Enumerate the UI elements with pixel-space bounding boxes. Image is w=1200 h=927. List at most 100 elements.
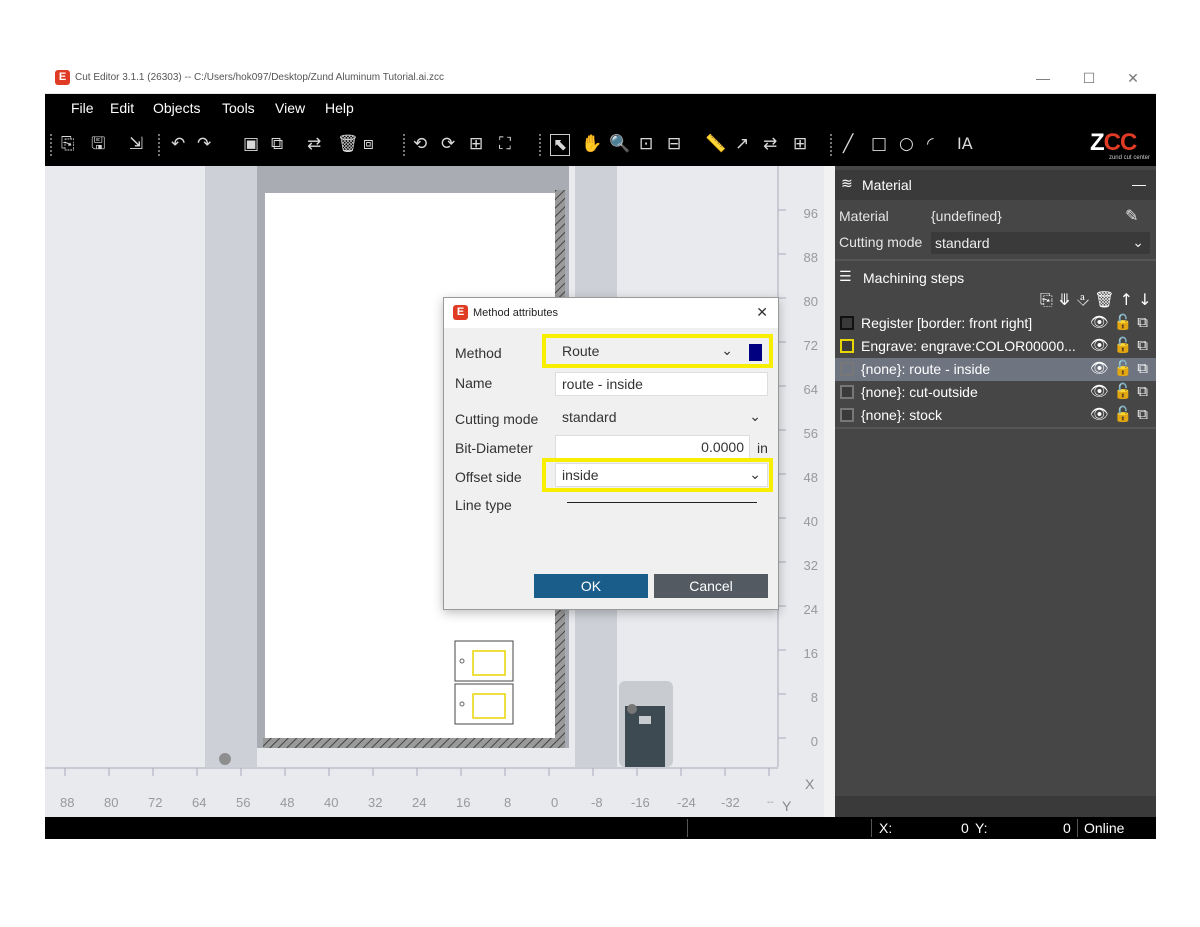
v-ruler-label: 32 bbox=[803, 558, 818, 573]
method-attributes-dialog: E Method attributes ✕ Method Route ⌄ Nam… bbox=[443, 297, 779, 610]
duplicate-icon[interactable]: ⧈ bbox=[363, 134, 374, 154]
toolbar-grip[interactable] bbox=[403, 134, 406, 156]
fit-icon[interactable]: ⛶ bbox=[499, 134, 511, 154]
layout-icon[interactable]: ⊞ bbox=[793, 134, 807, 154]
rotate-icon[interactable]: ⟲ bbox=[413, 134, 427, 154]
v-ruler-label: 0 bbox=[810, 734, 818, 749]
h-ruler-label: -- bbox=[767, 797, 774, 808]
v-ruler-label: 64 bbox=[803, 382, 818, 397]
arc-tool-icon[interactable]: ◜ bbox=[927, 134, 934, 154]
machining-step-row[interactable]: Engrave: engrave:COLOR00000... 👁 🔓 ⧉ bbox=[835, 335, 1156, 358]
v-ruler-label: 8 bbox=[810, 690, 818, 705]
measure-icon[interactable]: 📏 bbox=[705, 134, 726, 154]
h-ruler-label: -24 bbox=[677, 795, 696, 810]
line-tool-icon[interactable]: ╱ bbox=[843, 134, 853, 154]
name-label: Name bbox=[455, 375, 493, 391]
step-color-swatch bbox=[840, 408, 854, 422]
machining-step-row[interactable]: Register [border: front right] 👁 🔓 ⧉ bbox=[835, 312, 1156, 335]
zoom-fit-icon[interactable]: ⊡ bbox=[639, 134, 653, 154]
highlight-offset-side bbox=[542, 458, 773, 492]
collapse-icon[interactable]: — bbox=[1132, 176, 1146, 192]
menu-help[interactable]: Help bbox=[325, 100, 354, 116]
ungroup-icon[interactable]: ⧉ bbox=[271, 134, 283, 154]
toolbar-grip[interactable] bbox=[539, 134, 542, 156]
direction-icon[interactable]: ↗ bbox=[735, 134, 749, 154]
minimize-button[interactable]: — bbox=[1020, 63, 1066, 94]
step-label: Engrave: engrave:COLOR00000... bbox=[861, 338, 1076, 354]
menu-file[interactable]: File bbox=[71, 100, 94, 116]
h-ruler-label: 56 bbox=[236, 795, 251, 810]
zoom-icon[interactable]: 🔍 bbox=[609, 134, 630, 154]
status-x-value: 0 bbox=[961, 820, 969, 836]
cutting-mode-select[interactable]: standard ⌄ bbox=[931, 232, 1150, 254]
bit-diameter-unit: in bbox=[757, 440, 768, 456]
toolbar-grip[interactable] bbox=[830, 134, 833, 156]
h-ruler-label: 80 bbox=[104, 795, 119, 810]
material-label: Material bbox=[839, 208, 889, 224]
redo-icon[interactable]: ↷ bbox=[197, 134, 211, 154]
step-visibility-lock-icons[interactable]: 👁 🔓 ⧉ bbox=[1090, 313, 1148, 331]
bit-diameter-label: Bit-Diameter bbox=[455, 440, 533, 456]
undo-icon[interactable]: ↶ bbox=[171, 134, 185, 154]
h-ruler-label: 0 bbox=[551, 795, 559, 810]
cutting-mode-value: standard bbox=[562, 409, 617, 425]
status-y-label: Y: bbox=[975, 820, 988, 836]
layers-icon: ≋ bbox=[841, 176, 853, 192]
step-visibility-lock-icons[interactable]: 👁 🔓 ⧉ bbox=[1090, 405, 1148, 423]
step-label: {none}: route - inside bbox=[861, 361, 991, 377]
zoom-width-icon[interactable]: ⊟ bbox=[667, 134, 681, 154]
step-visibility-lock-icons[interactable]: 👁 🔓 ⧉ bbox=[1090, 359, 1148, 377]
material-header[interactable]: ≋ Material — bbox=[835, 170, 1156, 200]
menu-objects[interactable]: Objects bbox=[153, 100, 200, 116]
import-icon[interactable]: ⎘ bbox=[61, 134, 75, 154]
dialog-close-button[interactable]: ✕ bbox=[756, 304, 768, 321]
title-bar: E Cut Editor 3.1.1 (26303) -- C:/Users/h… bbox=[45, 63, 1156, 94]
mirror-icon[interactable]: ⇄ bbox=[307, 134, 321, 154]
pointer-icon[interactable]: ⬉ bbox=[550, 134, 571, 156]
step-label: {none}: cut-outside bbox=[861, 384, 978, 400]
group-icon[interactable]: ▣ bbox=[243, 134, 259, 154]
h-ruler-label: 64 bbox=[192, 795, 207, 810]
v-ruler-label: 88 bbox=[803, 250, 818, 265]
menu-edit[interactable]: Edit bbox=[110, 100, 134, 116]
dialog-title-bar: E Method attributes ✕ bbox=[444, 298, 778, 328]
name-input[interactable]: route - inside bbox=[555, 372, 768, 396]
offset-side-label: Offset side bbox=[455, 469, 522, 485]
machining-step-row[interactable]: {none}: cut-outside 👁 🔓 ⧉ bbox=[835, 381, 1156, 404]
ellipse-tool-icon[interactable]: ○ bbox=[899, 134, 914, 154]
machining-step-row-selected[interactable]: {none}: route - inside 👁 🔓 ⧉ bbox=[835, 358, 1156, 381]
cutting-mode-select[interactable]: standard ⌄ bbox=[555, 405, 768, 429]
step-toolbar-icons[interactable]: ⎘ ⤋ ⎀ 🗑 ↑ ↓ ⎘ bbox=[1040, 290, 1156, 310]
text-tool-icon[interactable]: IA bbox=[957, 134, 973, 154]
step-visibility-lock-icons[interactable]: 👁 🔓 ⧉ bbox=[1090, 336, 1148, 354]
line-type-preview[interactable] bbox=[567, 502, 757, 503]
cancel-button[interactable]: Cancel bbox=[654, 574, 768, 598]
hand-icon[interactable]: ✋ bbox=[581, 134, 602, 154]
h-ruler-label: 32 bbox=[368, 795, 383, 810]
swap-icon[interactable]: ⇄ bbox=[763, 134, 777, 154]
menu-view[interactable]: View bbox=[275, 100, 305, 116]
tool-head-body bbox=[625, 706, 665, 767]
toolbar-grip[interactable] bbox=[158, 134, 161, 156]
v-ruler-label: 96 bbox=[803, 206, 818, 221]
save-icon[interactable]: 🖫 bbox=[91, 134, 105, 154]
ok-button[interactable]: OK bbox=[534, 574, 648, 598]
rect-tool-icon[interactable]: □ bbox=[871, 134, 887, 154]
v-ruler-label: 80 bbox=[803, 294, 818, 309]
menu-tools[interactable]: Tools bbox=[222, 100, 255, 116]
toolbar-grip[interactable] bbox=[50, 134, 53, 156]
maximize-button[interactable]: ☐ bbox=[1066, 63, 1112, 94]
edit-material-icon[interactable]: ✎ bbox=[1125, 206, 1138, 225]
left-rail bbox=[205, 166, 257, 767]
arrange-icon[interactable]: ⊞ bbox=[469, 134, 483, 154]
export-icon[interactable]: ⇲ bbox=[129, 134, 143, 154]
bit-diameter-input[interactable]: 0.0000 bbox=[555, 435, 750, 459]
v-ruler-label: 40 bbox=[803, 514, 818, 529]
machining-step-row[interactable]: {none}: stock 👁 🔓 ⧉ bbox=[835, 404, 1156, 427]
node-icon[interactable]: ⟳ bbox=[441, 134, 455, 154]
step-visibility-lock-icons[interactable]: 👁 🔓 ⧉ bbox=[1090, 382, 1148, 400]
close-button[interactable]: ✕ bbox=[1110, 63, 1156, 94]
horizontal-ruler: 88 80 72 64 56 48 40 32 24 16 8 0 -8 -16… bbox=[45, 767, 824, 817]
status-bar: X: 0 Y: 0 Online bbox=[45, 817, 1156, 839]
delete-icon[interactable]: 🗑 bbox=[337, 134, 359, 154]
